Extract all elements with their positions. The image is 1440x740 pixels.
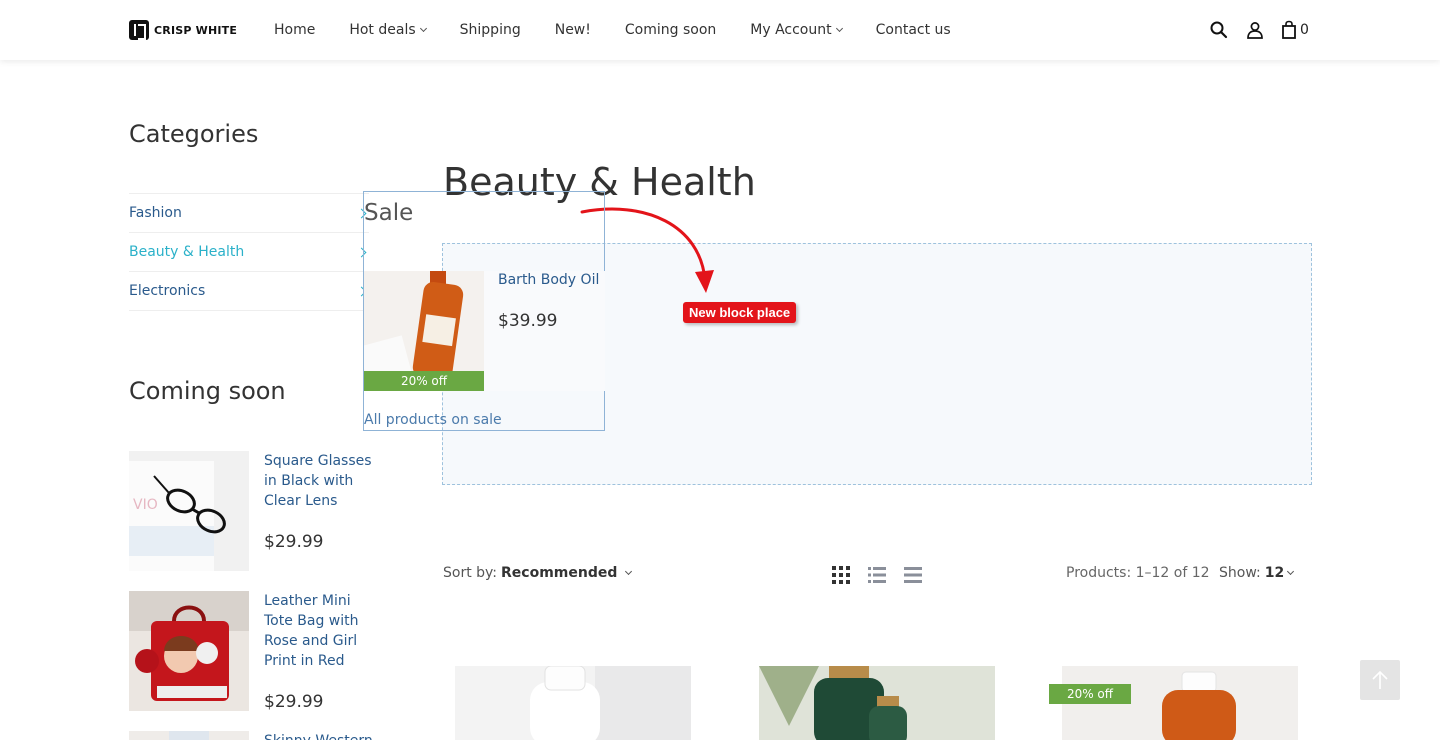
nav-label: Coming soon xyxy=(624,22,717,38)
product-image-boots[interactable] xyxy=(129,731,249,740)
sort-value: Recommended xyxy=(501,565,618,581)
search-icon[interactable] xyxy=(1209,20,1229,40)
product-price: $29.99 xyxy=(264,532,324,552)
sale-block[interactable]: Sale 20% off Barth Body Oil $39.99 All p… xyxy=(363,191,605,431)
category-label: Fashion xyxy=(129,205,182,221)
chevron-down-icon xyxy=(1287,567,1295,576)
cart-icon[interactable] xyxy=(1281,20,1297,40)
chevron-down-icon xyxy=(625,567,633,576)
nav-new[interactable]: New! xyxy=(555,22,591,38)
nav-label: My Account xyxy=(750,22,832,38)
nav-shipping[interactable]: Shipping xyxy=(460,22,521,38)
new-block-place-label: New block place xyxy=(683,302,797,323)
categories-title: Categories xyxy=(129,120,259,148)
main-nav: Home Hot deals Shipping New! Coming soon… xyxy=(274,0,985,60)
discount-badge: 20% off xyxy=(364,371,484,391)
back-to-top-button[interactable] xyxy=(1360,660,1400,700)
view-mode-switcher xyxy=(832,566,922,584)
cart-count: 0 xyxy=(1300,22,1309,38)
category-list: Fashion Beauty & Health Electronics xyxy=(129,193,369,311)
all-products-on-sale-link[interactable]: All products on sale xyxy=(364,412,502,428)
nav-label: Shipping xyxy=(459,22,521,38)
nav-home[interactable]: Home xyxy=(274,22,315,38)
list-view-icon[interactable] xyxy=(868,566,886,584)
category-label: Electronics xyxy=(129,283,206,299)
show-label: Show: xyxy=(1219,565,1261,581)
chevron-down-icon xyxy=(835,24,843,33)
site-header: CRISP WHITE Home Hot deals Shipping New!… xyxy=(0,0,1440,60)
arrow-up-icon xyxy=(1372,670,1388,689)
product-image-body-oil[interactable]: 20% off xyxy=(364,271,484,391)
nav-contact-us[interactable]: Contact us xyxy=(876,22,951,38)
header-icons: 0 xyxy=(1209,20,1309,40)
product-card-image[interactable] xyxy=(759,666,995,740)
user-icon[interactable] xyxy=(1245,20,1265,40)
product-price: $29.99 xyxy=(264,692,324,712)
logo-text: CRISP WHITE xyxy=(154,23,238,37)
sale-item-background xyxy=(484,271,605,391)
category-item-electronics[interactable]: Electronics xyxy=(129,272,369,311)
show-per-page-dropdown[interactable]: Show: 12 xyxy=(1219,565,1295,581)
nav-label: Home xyxy=(274,22,316,38)
product-image-glasses[interactable]: VIO xyxy=(129,451,249,571)
sort-label: Sort by: xyxy=(443,565,498,581)
nav-hot-deals[interactable]: Hot deals xyxy=(349,22,427,38)
show-value: 12 xyxy=(1264,565,1285,581)
sale-title: Sale xyxy=(364,200,414,226)
coming-soon-title: Coming soon xyxy=(129,377,286,405)
sale-product-price: $39.99 xyxy=(498,311,558,331)
product-image-tote-bag[interactable] xyxy=(129,591,249,711)
sort-dropdown[interactable]: Sort by: Recommended xyxy=(443,565,633,581)
logo-mark-icon xyxy=(129,20,149,40)
nav-coming-soon[interactable]: Coming soon xyxy=(625,22,716,38)
product-name-link[interactable]: Square Glasses in Black with Clear Lens xyxy=(264,451,374,511)
category-label: Beauty & Health xyxy=(129,244,245,260)
category-item-beauty-health[interactable]: Beauty & Health xyxy=(129,233,369,272)
svg-text:VIO: VIO xyxy=(133,497,158,513)
products-count: Products: 1–12 of 12 xyxy=(1066,565,1210,581)
product-name-link[interactable]: Leather Mini Tote Bag with Rose and Girl… xyxy=(264,591,374,671)
nav-my-account[interactable]: My Account xyxy=(750,22,843,38)
nav-label: Hot deals xyxy=(349,22,416,38)
grid-view-icon[interactable] xyxy=(832,566,850,584)
logo[interactable]: CRISP WHITE xyxy=(129,19,237,41)
table-view-icon[interactable] xyxy=(904,566,922,584)
nav-label: New! xyxy=(554,22,591,38)
sale-product-name-link[interactable]: Barth Body Oil xyxy=(498,272,599,288)
product-name-link[interactable]: Skinny Western xyxy=(264,731,374,740)
category-item-fashion[interactable]: Fashion xyxy=(129,194,369,233)
chevron-down-icon xyxy=(419,24,427,33)
discount-badge: 20% off xyxy=(1049,684,1131,704)
nav-label: Contact us xyxy=(875,22,951,38)
product-card-image[interactable] xyxy=(455,666,691,740)
